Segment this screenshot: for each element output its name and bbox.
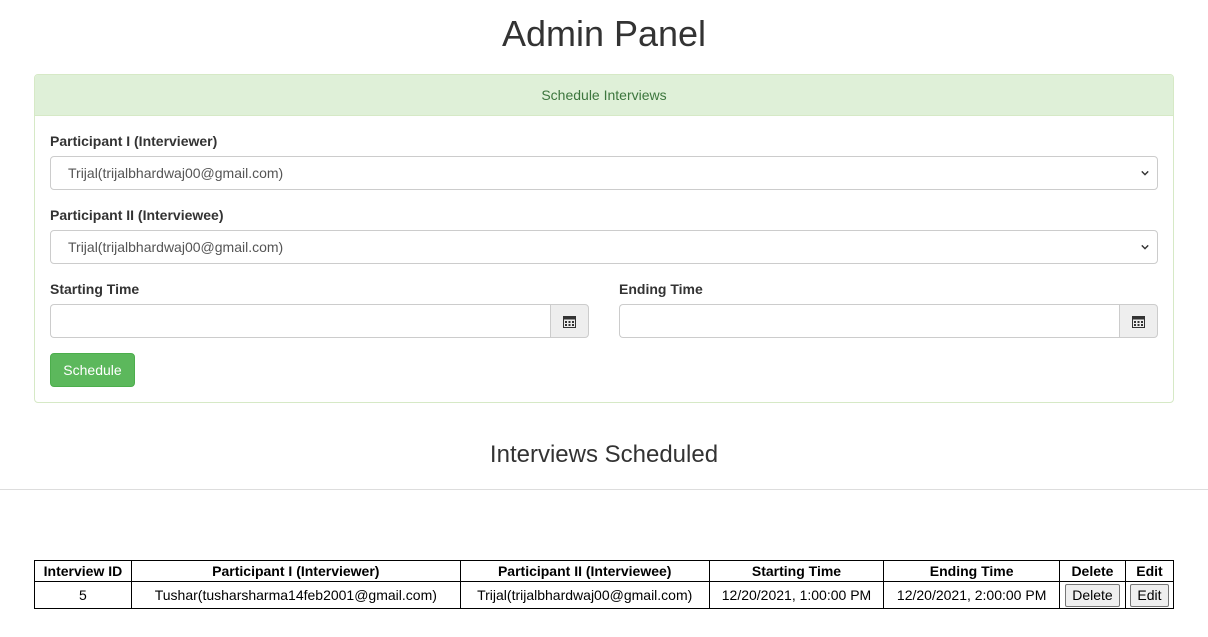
- participant1-cell: Tushar(tusharsharma14feb2001@gmail.com): [130, 581, 461, 609]
- table-header-row: Interview ID Participant I (Interviewer)…: [34, 560, 1175, 582]
- interview-id-cell: 5: [34, 581, 132, 609]
- chevron-down-icon: [1141, 244, 1149, 250]
- participant1-select[interactable]: Trijal(trijalbhardwaj00@gmail.com): [50, 156, 1158, 190]
- edit-cell: Edit: [1124, 581, 1175, 609]
- schedule-panel: Schedule Interviews Participant I (Inter…: [34, 74, 1174, 403]
- column-header: Ending Time: [883, 560, 1060, 582]
- edit-button[interactable]: Edit: [1130, 583, 1169, 607]
- delete-cell: Delete: [1058, 581, 1126, 609]
- participant2-select[interactable]: Trijal(trijalbhardwaj00@gmail.com): [50, 230, 1158, 264]
- start-time-label: Starting Time: [50, 281, 140, 297]
- divider: [0, 489, 1208, 490]
- end-time-group: [619, 304, 1158, 338]
- start-time-cell: 12/20/2021, 1:00:00 PM: [708, 581, 885, 609]
- start-time-calendar-button[interactable]: [550, 304, 589, 338]
- participant2-cell: Trijal(trijalbhardwaj00@gmail.com): [459, 581, 710, 609]
- end-time-cell: 12/20/2021, 2:00:00 PM: [883, 581, 1060, 609]
- table-row: 5 Tushar(tusharsharma14feb2001@gmail.com…: [34, 581, 1175, 609]
- column-header: Starting Time: [708, 560, 885, 582]
- column-header: Interview ID: [34, 560, 132, 582]
- participant2-selected: Trijal(trijalbhardwaj00@gmail.com): [68, 239, 284, 255]
- column-header: Delete: [1058, 560, 1126, 582]
- interviews-scheduled-title: Interviews Scheduled: [489, 441, 719, 468]
- column-header: Participant II (Interviewee): [459, 560, 710, 582]
- participant1-selected: Trijal(trijalbhardwaj00@gmail.com): [68, 165, 284, 181]
- calendar-icon: [563, 315, 576, 328]
- interviews-table: Interview ID Participant I (Interviewer)…: [34, 560, 1175, 609]
- start-time-group: [50, 304, 589, 338]
- calendar-icon: [1132, 315, 1145, 328]
- start-time-input[interactable]: [50, 304, 550, 338]
- column-header: Participant I (Interviewer): [130, 560, 461, 582]
- column-header: Edit: [1124, 560, 1175, 582]
- panel-heading: Schedule Interviews: [35, 75, 1173, 116]
- page-title: Admin Panel: [501, 13, 707, 54]
- end-time-label: Ending Time: [619, 281, 703, 297]
- participant2-label: Participant II (Interviewee): [50, 207, 224, 223]
- delete-button[interactable]: Delete: [1065, 583, 1120, 607]
- participant1-label: Participant I (Interviewer): [50, 133, 218, 149]
- schedule-button[interactable]: Schedule: [50, 353, 135, 387]
- end-time-input[interactable]: [619, 304, 1119, 338]
- chevron-down-icon: [1141, 170, 1149, 176]
- end-time-calendar-button[interactable]: [1119, 304, 1158, 338]
